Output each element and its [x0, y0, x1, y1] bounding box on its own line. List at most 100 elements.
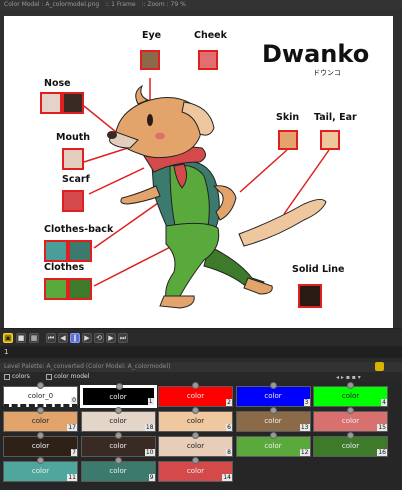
- swatch-clothes-back-b: [68, 240, 92, 262]
- style-chip-index: 7: [71, 449, 77, 456]
- style-chip-index: 13: [299, 424, 310, 431]
- label-tail-ear: Tail, Ear: [314, 112, 357, 123]
- swatch-skin: [278, 130, 298, 150]
- frame-field[interactable]: 1: [4, 348, 8, 356]
- style-chip[interactable]: color 17: [3, 407, 78, 432]
- style-chip[interactable]: color 15: [313, 407, 388, 432]
- swatch-scarf: [62, 190, 84, 212]
- bg-black-toggle[interactable]: ■: [16, 333, 26, 343]
- lock-icon[interactable]: [375, 362, 384, 371]
- tab-colors[interactable]: colors: [2, 372, 30, 382]
- chip-link-icon: [114, 432, 122, 439]
- style-chip-index: 4: [381, 399, 387, 406]
- palette-tabs: colors color model ◂ ▸ ▪ ▪ ▾: [0, 372, 402, 382]
- style-chip-index: 12: [299, 449, 310, 456]
- chip-link-icon: [114, 457, 122, 464]
- style-chip-index: 18: [144, 424, 155, 431]
- zoom-level: :: Zoom : 79 %: [141, 1, 186, 8]
- style-chip[interactable]: color 11: [3, 457, 78, 482]
- viewer-titlebar: Color Model : A_colormodel.png :: 1 Fram…: [0, 0, 402, 10]
- style-chip-index: 16: [377, 449, 387, 456]
- chip-link-icon: [269, 432, 277, 439]
- palette-icon: [4, 374, 10, 380]
- style-chip[interactable]: color 16: [313, 432, 388, 457]
- style-chip[interactable]: color 6: [158, 407, 233, 432]
- style-chip-index: 2: [226, 399, 232, 406]
- style-chip[interactable]: color 9: [80, 457, 156, 482]
- label-clothes: Clothes: [44, 262, 85, 273]
- first-frame-icon[interactable]: ⏮: [46, 333, 56, 343]
- swatch-solid-line: [298, 284, 322, 308]
- label-eye: Eye: [142, 30, 162, 41]
- style-chip[interactable]: color 13: [235, 407, 311, 432]
- style-chip-label: color: [264, 392, 282, 400]
- style-chip[interactable]: color 3: [235, 382, 311, 407]
- palette-name: Level Palette: A_converted: [4, 363, 84, 370]
- swatch-clothes-b: [68, 278, 92, 300]
- style-chip-label: color: [186, 442, 205, 450]
- palette-model-name: (Color Model: A_colormodel): [85, 363, 171, 370]
- style-chip[interactable]: color 2: [158, 382, 233, 407]
- label-skin: Skin: [276, 112, 300, 123]
- pause-button[interactable]: ∥: [70, 333, 80, 343]
- style-chip-label: color: [109, 467, 127, 475]
- style-chip-label: color: [264, 417, 282, 425]
- style-chip[interactable]: color 1: [79, 383, 157, 408]
- style-chip-label: color: [109, 393, 127, 401]
- label-nose: Nose: [44, 78, 71, 89]
- next-frame-icon[interactable]: ▶: [106, 333, 116, 343]
- swatch-nose-dark: [62, 92, 84, 114]
- chip-link-icon: [192, 457, 199, 464]
- style-chip-label: color: [341, 417, 360, 425]
- chip-link-icon: [37, 382, 44, 389]
- style-chip[interactable]: color 4: [313, 382, 388, 407]
- bg-checker-toggle[interactable]: ▦: [29, 333, 39, 343]
- style-chip-index: 11: [67, 474, 77, 481]
- style-chip-index: 15: [377, 424, 387, 431]
- tab-color-model[interactable]: color model: [44, 372, 89, 382]
- style-chip-index: 8: [226, 449, 232, 456]
- label-cheek: Cheek: [194, 30, 227, 41]
- swatch-tail-ear: [320, 130, 340, 150]
- style-chip-index: 14: [222, 474, 232, 481]
- label-scarf: Scarf: [62, 174, 90, 185]
- style-chip-index: 1: [147, 398, 154, 405]
- style-chip[interactable]: color 12: [235, 432, 311, 457]
- style-chip-label: color_0: [27, 392, 54, 400]
- style-chip-label: color: [186, 467, 205, 475]
- chip-link-icon: [115, 383, 123, 390]
- style-chip[interactable]: color 8: [158, 432, 233, 457]
- style-chip-index: 10: [144, 449, 155, 456]
- chip-link-icon: [192, 432, 199, 439]
- chip-link-icon: [37, 432, 44, 439]
- frame-count: :: 1 Frame: [105, 1, 136, 8]
- play-button[interactable]: ▶: [82, 333, 92, 343]
- style-chip-index: 6: [226, 424, 232, 431]
- camera-stand-toggle[interactable]: ▣: [3, 333, 13, 343]
- chip-link-icon: [192, 407, 199, 414]
- style-chip[interactable]: color 14: [158, 457, 233, 482]
- chip-link-icon: [114, 407, 122, 414]
- chip-link-icon: [347, 407, 354, 414]
- style-chip-label: color: [31, 442, 50, 450]
- color-model-name: Color Model : A_colormodel.png: [4, 1, 100, 8]
- label-solid-line: Solid Line: [292, 264, 345, 275]
- style-chip-label: color: [186, 417, 205, 425]
- style-chip[interactable]: color 18: [80, 407, 156, 432]
- last-frame-icon[interactable]: ⏭: [118, 333, 128, 343]
- palette-header: Level Palette: A_converted (Color Model:…: [0, 362, 402, 372]
- chip-link-icon: [192, 382, 199, 389]
- style-chip-label: color: [264, 442, 282, 450]
- style-chip[interactable]: color 7: [3, 432, 78, 457]
- viewer-panel: Dwanko ドウンコ Eye Cheek Nose Mouth Scarf C…: [0, 10, 402, 328]
- style-chip-label: color: [31, 467, 50, 475]
- swatch-nose-light: [40, 92, 62, 114]
- prev-frame-icon[interactable]: ◀: [58, 333, 68, 343]
- style-chip[interactable]: color 10: [80, 432, 156, 457]
- frame-field-bar: 1: [0, 346, 402, 358]
- style-chip-label: color: [341, 442, 360, 450]
- swatch-clothes-a: [44, 278, 68, 300]
- chip-link-icon: [37, 457, 44, 464]
- loop-icon[interactable]: ⟲: [94, 333, 104, 343]
- style-chip[interactable]: color_0 0: [3, 382, 78, 407]
